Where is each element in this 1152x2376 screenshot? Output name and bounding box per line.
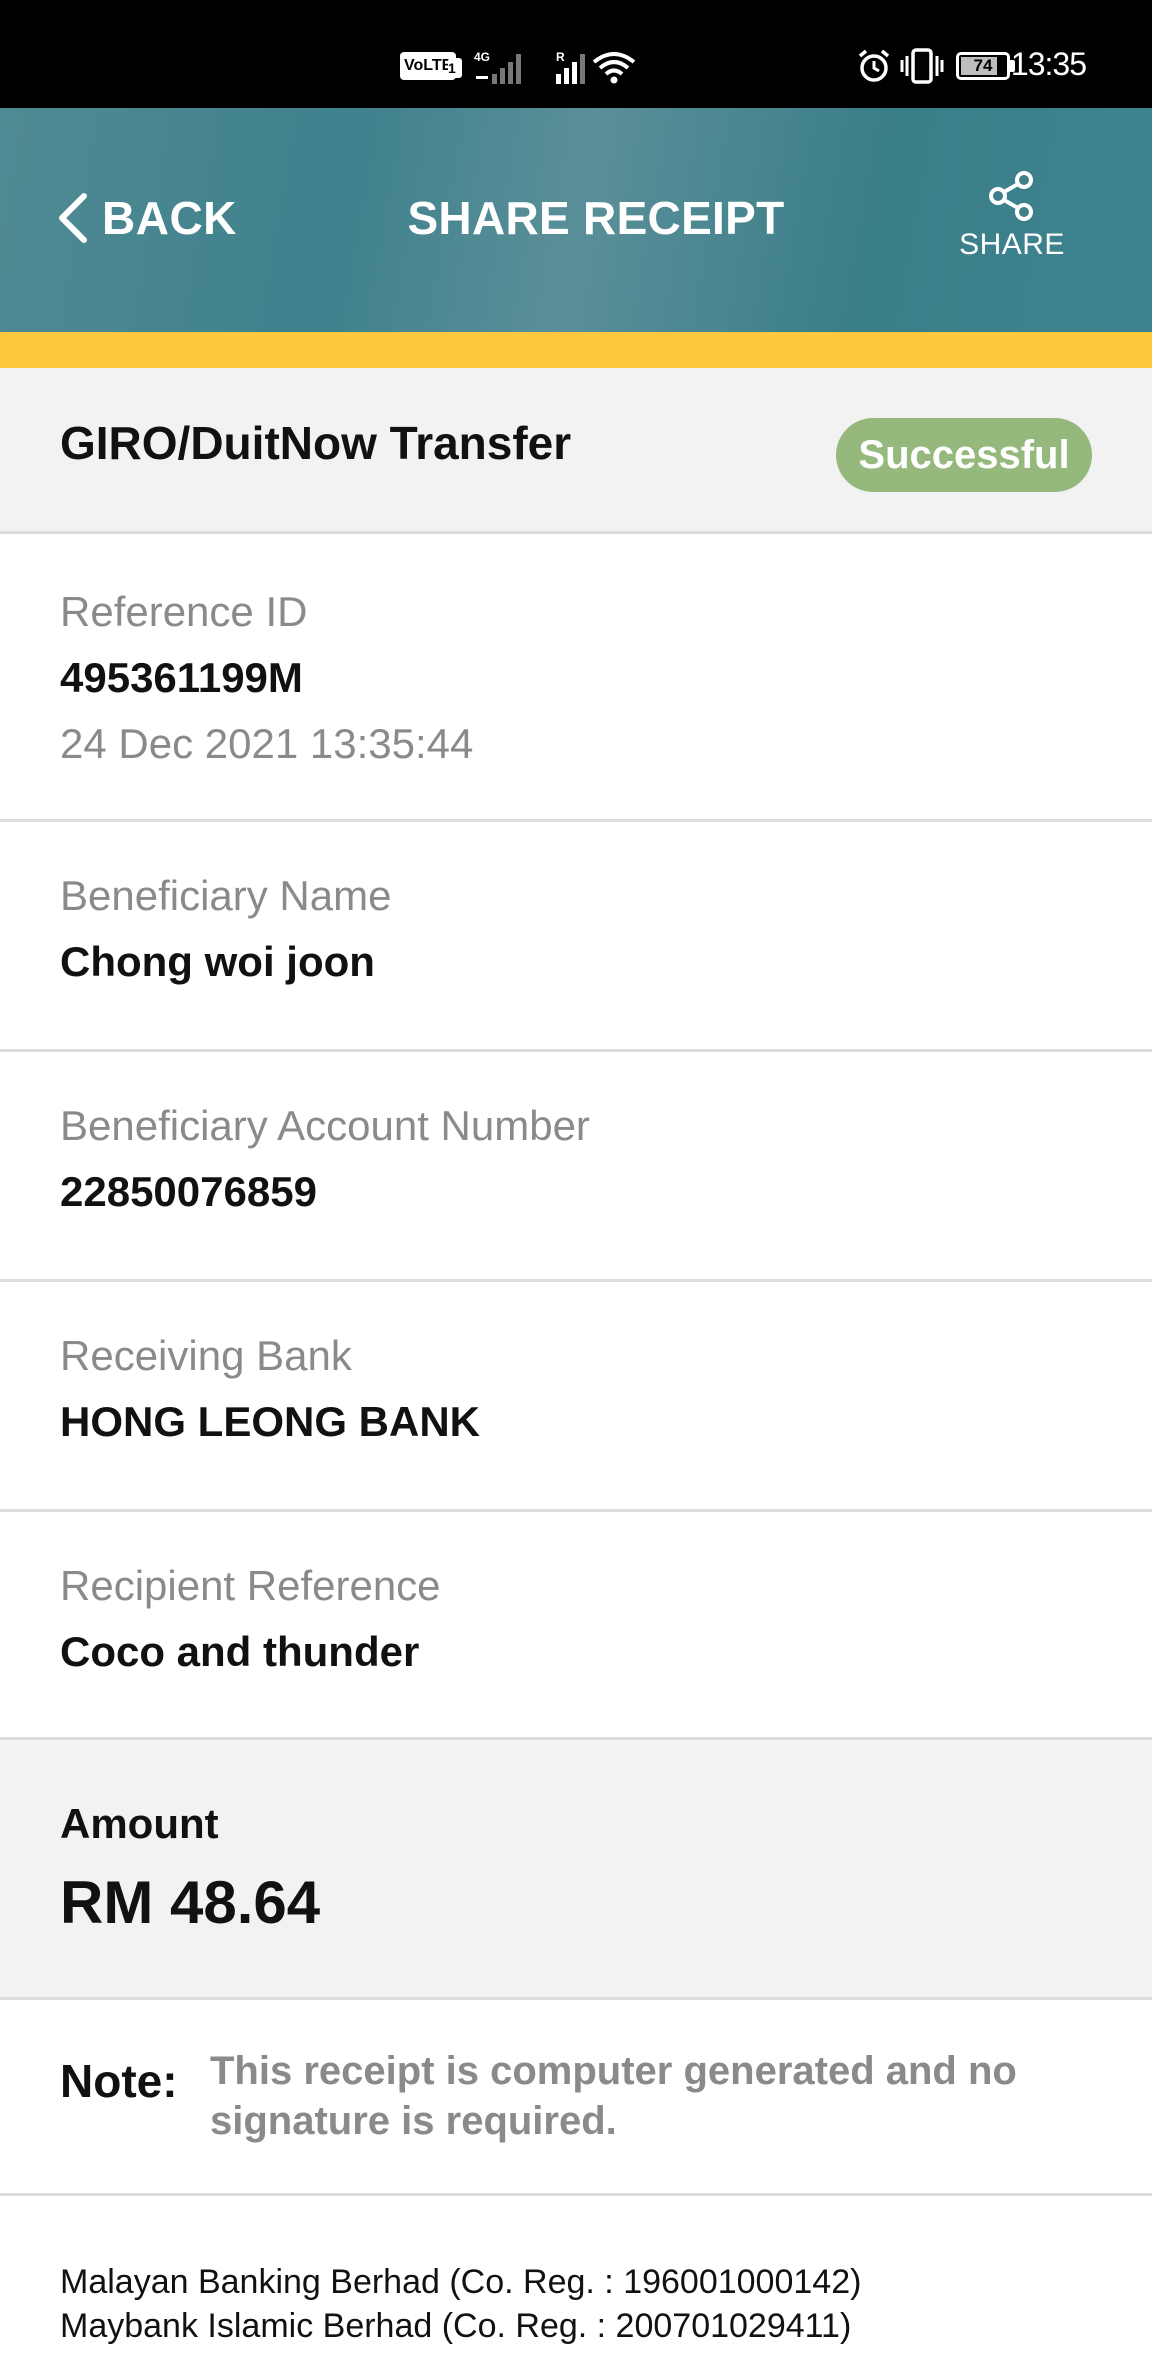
status-bar: VoLTE 1 4G R 74 13:35 bbox=[0, 0, 1152, 108]
transaction-type: GIRO/DuitNow Transfer bbox=[60, 417, 572, 469]
status-badge: Successful bbox=[836, 418, 1092, 492]
receiving-bank-value: HONG LEONG BANK bbox=[60, 1398, 480, 1445]
accent-strip bbox=[0, 332, 1152, 368]
amount-section: Amount RM 48.64 bbox=[0, 1740, 1152, 2000]
share-button[interactable]: SHARE bbox=[956, 170, 1068, 280]
recipient-reference-section: Recipient Reference Coco and thunder bbox=[0, 1512, 1152, 1740]
reference-id-value: 495361199M bbox=[60, 654, 303, 701]
vibrate-icon bbox=[900, 48, 944, 84]
wifi-icon bbox=[592, 52, 636, 84]
footer-line-2: Maybank Islamic Berhad (Co. Reg. : 20070… bbox=[60, 2307, 852, 2345]
receiving-bank-section: Receiving Bank HONG LEONG BANK bbox=[0, 1282, 1152, 1512]
note-section: Note: This receipt is computer generated… bbox=[0, 2000, 1152, 2196]
sim-slot-indicator: 1 bbox=[448, 58, 462, 78]
battery-level: 74 bbox=[973, 56, 993, 75]
battery-icon: 74 bbox=[956, 52, 1010, 80]
reference-section: Reference ID 495361199M 24 Dec 2021 13:3… bbox=[0, 534, 1152, 822]
clock: 13:35 bbox=[1010, 46, 1087, 82]
transaction-datetime: 24 Dec 2021 13:35:44 bbox=[60, 720, 474, 767]
beneficiary-name-label: Beneficiary Name bbox=[60, 872, 392, 919]
share-label: SHARE bbox=[959, 228, 1065, 261]
footer-line-1: Malayan Banking Berhad (Co. Reg. : 19600… bbox=[60, 2263, 862, 2301]
recipient-reference-value: Coco and thunder bbox=[60, 1628, 420, 1675]
reference-id-label: Reference ID bbox=[60, 588, 308, 635]
beneficiary-account-label: Beneficiary Account Number bbox=[60, 1102, 590, 1149]
recipient-reference-label: Recipient Reference bbox=[60, 1562, 441, 1609]
share-icon bbox=[989, 171, 1033, 221]
beneficiary-name-section: Beneficiary Name Chong woi joon bbox=[0, 822, 1152, 1052]
amount-value: RM 48.64 bbox=[60, 1869, 321, 1936]
beneficiary-name-value: Chong woi joon bbox=[60, 938, 375, 985]
cell-signal-icon-2 bbox=[556, 54, 585, 84]
alarm-icon bbox=[858, 49, 890, 82]
app-header: BACK SHARE RECEIPT SHARE bbox=[0, 108, 1152, 332]
company-registration-footer: Malayan Banking Berhad (Co. Reg. : 19600… bbox=[60, 2260, 861, 2348]
note-label: Note: bbox=[60, 2055, 178, 2107]
cell-signal-icon bbox=[476, 54, 521, 84]
note-text: This receipt is computer generated and n… bbox=[210, 2049, 1017, 2143]
beneficiary-account-value: 22850076859 bbox=[60, 1168, 317, 1215]
amount-label: Amount bbox=[60, 1800, 219, 1847]
beneficiary-account-section: Beneficiary Account Number 22850076859 bbox=[0, 1052, 1152, 1282]
transaction-header: GIRO/DuitNow Transfer Successful bbox=[0, 368, 1152, 534]
receiving-bank-label: Receiving Bank bbox=[60, 1332, 352, 1379]
